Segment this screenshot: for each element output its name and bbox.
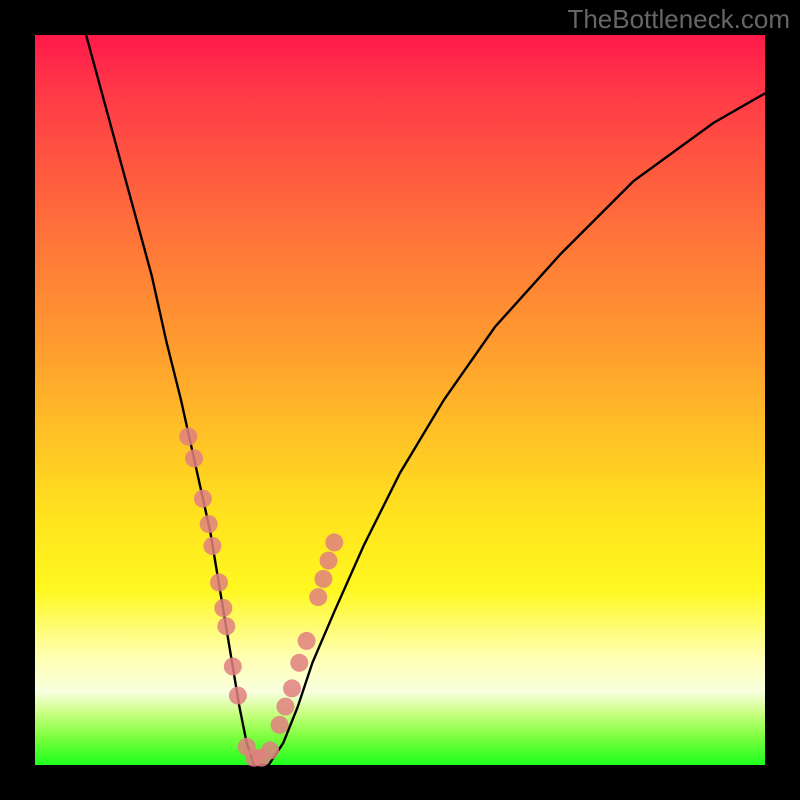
data-marker — [261, 741, 279, 759]
data-marker — [283, 679, 301, 697]
data-markers — [179, 428, 343, 767]
bottleneck-curve — [86, 35, 765, 765]
data-marker — [224, 658, 242, 676]
data-marker — [203, 537, 221, 555]
data-marker — [229, 687, 247, 705]
data-marker — [214, 599, 232, 617]
data-marker — [200, 515, 218, 533]
data-marker — [194, 490, 212, 508]
plot-gradient-area — [35, 35, 765, 765]
data-marker — [314, 570, 332, 588]
data-marker — [325, 533, 343, 551]
data-marker — [320, 552, 338, 570]
data-marker — [217, 617, 235, 635]
data-marker — [185, 449, 203, 467]
data-marker — [298, 632, 316, 650]
data-marker — [271, 716, 289, 734]
data-marker — [210, 574, 228, 592]
chart-svg — [35, 35, 765, 765]
data-marker — [276, 698, 294, 716]
data-marker — [309, 588, 327, 606]
data-marker — [179, 428, 197, 446]
data-marker — [290, 654, 308, 672]
chart-frame: TheBottleneck.com — [0, 0, 800, 800]
watermark-text: TheBottleneck.com — [567, 4, 790, 35]
